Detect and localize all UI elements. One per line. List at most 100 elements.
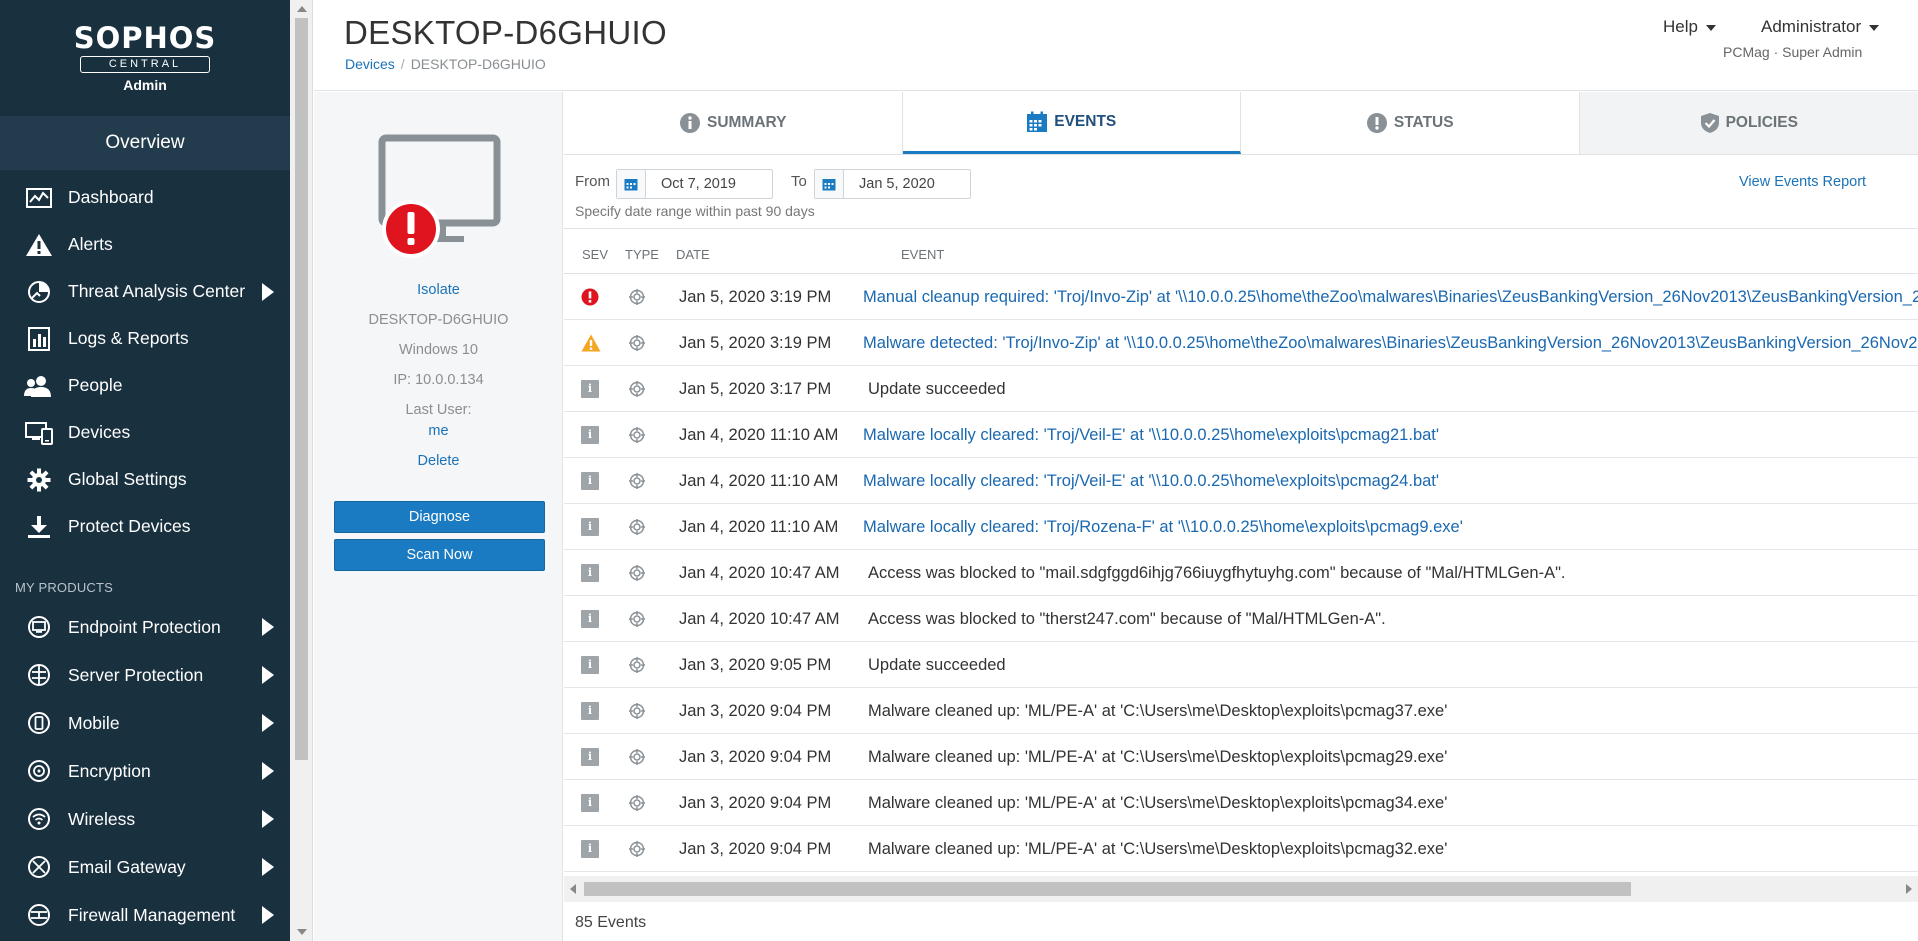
table-horizontal-scrollbar[interactable] (564, 876, 1918, 902)
table-row[interactable]: i Jan 4, 2020 11:10 AM Malware locally cle… (564, 504, 1918, 550)
expand-arrow-icon[interactable] (262, 858, 274, 876)
devices-icon (24, 420, 54, 446)
sophos-logo[interactable]: SOPHOS CENTRAL Admin (0, 0, 290, 116)
sidebar-item-threat-analysis-center[interactable]: Threat Analysis Center (0, 268, 290, 315)
event-link[interactable]: Malware locally cleared: 'Troj/Veil-E' a… (863, 426, 1439, 445)
sidebar-item-alerts[interactable]: Alerts (0, 221, 290, 268)
sidebar-scroll-thumb[interactable] (295, 18, 308, 760)
to-date-field[interactable]: Jan 5, 2020 (814, 169, 971, 199)
scroll-up-arrow-icon[interactable] (297, 6, 307, 12)
last-user-link[interactable]: me (314, 423, 563, 439)
scroll-right-arrow-icon[interactable] (1906, 884, 1912, 894)
column-header-date[interactable]: DATE (676, 247, 710, 262)
gear-icon (24, 467, 54, 493)
column-header-type[interactable]: TYPE (625, 247, 659, 262)
expand-arrow-icon[interactable] (262, 666, 274, 684)
delete-link[interactable]: Delete (314, 453, 563, 469)
scan-now-button[interactable]: Scan Now (334, 539, 545, 571)
to-date-value: Jan 5, 2020 (859, 176, 935, 192)
help-menu[interactable]: Help (1663, 17, 1716, 37)
table-header: SEV TYPE DATE EVENT (564, 230, 1918, 274)
expand-arrow-icon[interactable] (262, 810, 274, 828)
event-link[interactable]: Manual cleanup required: 'Troj/Invo-Zip'… (863, 288, 1918, 307)
table-row[interactable]: Jan 5, 2020 3:19 PM Manual cleanup requir… (564, 274, 1918, 320)
event-date: Jan 5, 2020 3:17 PM (679, 380, 832, 398)
sidebar-item-label: Threat Analysis Center (68, 281, 246, 301)
tab-events[interactable]: EVENTS (902, 92, 1241, 154)
table-row[interactable]: i Jan 3, 2020 9:04 PM Malware cleaned up: … (564, 688, 1918, 734)
expand-arrow-icon[interactable] (262, 762, 274, 780)
info-icon (679, 112, 701, 134)
sidebar-item-label: Endpoint Protection (68, 616, 221, 637)
table-row[interactable]: i Jan 3, 2020 9:04 PM Malware cleaned up: … (564, 734, 1918, 780)
diagnose-button[interactable]: Diagnose (334, 501, 545, 533)
scroll-down-arrow-icon[interactable] (297, 929, 307, 935)
page-title: DESKTOP-D6GHUIO (344, 14, 667, 51)
event-date: Jan 3, 2020 9:04 PM (679, 840, 832, 858)
sidebar-item-label: Wireless (68, 808, 136, 829)
event-text: Malware cleaned up: 'ML/PE-A' at 'C:\Use… (868, 840, 1448, 858)
table-row[interactable]: i Jan 3, 2020 9:05 PM Update succeeded (564, 642, 1918, 688)
table-row[interactable]: i Jan 4, 2020 10:47 AM Access was blocked … (564, 550, 1918, 596)
view-events-report-link[interactable]: View Events Report (1739, 174, 1866, 190)
sidebar-item-email-gateway[interactable]: Email Gateway (0, 843, 290, 891)
column-header-sev[interactable]: SEV (582, 247, 608, 262)
sidebar-item-devices[interactable]: Devices (0, 409, 290, 456)
event-link[interactable]: Malware locally cleared: 'Troj/Veil-E' a… (863, 472, 1439, 491)
table-row[interactable]: i Jan 4, 2020 11:10 AM Malware locally cle… (564, 458, 1918, 504)
event-link[interactable]: Malware locally cleared: 'Troj/Rozena-F'… (863, 518, 1463, 537)
my-products-heading: MY PRODUCTS (15, 580, 114, 595)
horizontal-scroll-thumb[interactable] (584, 882, 1631, 896)
expand-arrow-icon[interactable] (262, 618, 274, 636)
sidebar-item-label: Protect Devices (68, 516, 191, 536)
sidebar-item-endpoint-protection[interactable]: Endpoint Protection (0, 603, 290, 651)
table-row[interactable]: i Jan 3, 2020 9:04 PM Malware cleaned up: … (564, 780, 1918, 826)
sidebar-item-label: Email Gateway (68, 856, 186, 877)
sidebar-item-server-protection[interactable]: Server Protection (0, 651, 290, 699)
table-row[interactable]: i Jan 4, 2020 11:10 AM Malware locally cle… (564, 412, 1918, 458)
event-link[interactable]: Malware detected: 'Troj/Invo-Zip' at '\\… (863, 334, 1918, 353)
info-severity-icon: i (581, 840, 599, 858)
sidebar-item-label: Encryption (68, 760, 151, 781)
sidebar-overview[interactable]: Overview (0, 116, 290, 170)
table-row[interactable]: i Jan 3, 2020 9:04 PM Malware cleaned up: … (564, 826, 1918, 872)
device-os: Windows 10 (399, 342, 478, 358)
from-date-field[interactable]: Oct 7, 2019 (616, 169, 773, 199)
tab-policies[interactable]: POLICIES (1579, 92, 1918, 154)
sidebar-item-label: Firewall Management (68, 904, 236, 925)
scroll-left-arrow-icon[interactable] (570, 884, 576, 894)
sidebar-item-mobile[interactable]: Mobile (0, 699, 290, 747)
sidebar-item-people[interactable]: People (0, 362, 290, 409)
sidebar-item-wireless[interactable]: Wireless (0, 795, 290, 843)
event-date: Jan 4, 2020 11:10 AM (679, 518, 839, 536)
expand-arrow-icon[interactable] (262, 906, 274, 924)
sidebar-item-global-settings[interactable]: Global Settings (0, 456, 290, 503)
table-row[interactable]: i Jan 4, 2020 10:47 AM Access was blocked … (564, 596, 1918, 642)
expand-arrow-icon[interactable] (262, 282, 274, 301)
sidebar-item-logs-reports[interactable]: Logs & Reports (0, 315, 290, 362)
info-severity-icon: i (581, 518, 599, 536)
event-text: Update succeeded (868, 656, 1006, 674)
sidebar-item-encryption[interactable]: Encryption (0, 747, 290, 795)
sidebar-item-dashboard[interactable]: Dashboard (0, 174, 290, 221)
calendar-icon[interactable] (815, 170, 844, 198)
table-row[interactable]: Jan 5, 2020 3:19 PM Malware detected: 'Tr… (564, 320, 1918, 366)
wireless-icon (24, 806, 54, 832)
info-severity-icon: i (581, 748, 599, 766)
tab-status[interactable]: STATUS (1241, 92, 1580, 154)
breadcrumb-devices-link[interactable]: Devices (345, 56, 395, 72)
calendar-icon[interactable] (617, 170, 646, 198)
expand-arrow-icon[interactable] (262, 714, 274, 732)
table-row[interactable]: i Jan 5, 2020 3:17 PM Update succeeded (564, 366, 1918, 412)
sidebar-item-protect-devices[interactable]: Protect Devices (0, 503, 290, 550)
column-header-event[interactable]: EVENT (901, 247, 944, 262)
breadcrumb-separator: / (400, 56, 405, 72)
help-label: Help (1663, 17, 1698, 36)
isolate-link[interactable]: Isolate (314, 282, 563, 298)
encryption-icon (24, 758, 54, 784)
user-menu[interactable]: Administrator (1761, 17, 1880, 37)
sidebar-scrollbar[interactable] (290, 0, 313, 941)
sidebar-item-firewall-management[interactable]: Firewall Management (0, 891, 290, 939)
event-date: Jan 5, 2020 3:19 PM (679, 334, 832, 352)
tab-summary[interactable]: SUMMARY (564, 92, 903, 154)
